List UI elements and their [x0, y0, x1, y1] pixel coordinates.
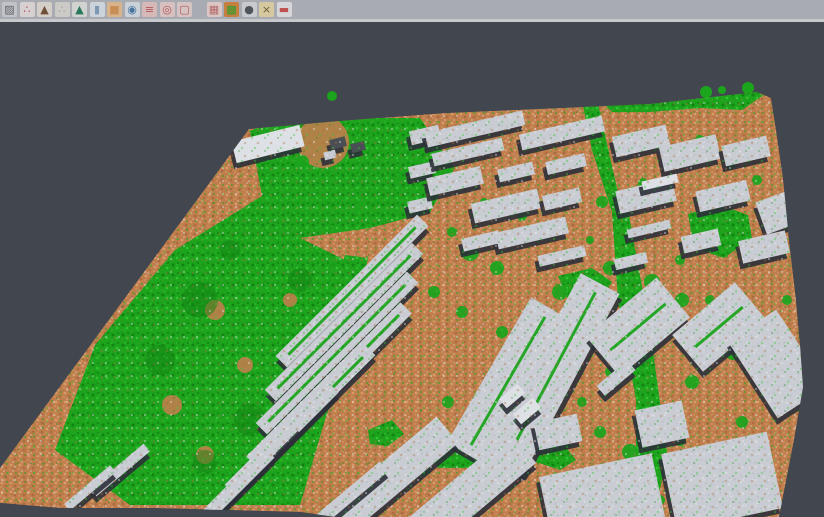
point-cloud-icon[interactable]: ∴: [20, 2, 35, 17]
toolbar: ▨∴▲∴▲▮■◉≡◎▢▦▩●×▬: [0, 0, 824, 22]
layers-red-icon[interactable]: ▬: [277, 2, 292, 17]
point-cloud-scene: [0, 22, 824, 517]
grid-select-icon[interactable]: ▦: [207, 2, 222, 17]
sphere-icon[interactable]: ●: [242, 2, 257, 17]
side-panel-icon[interactable]: ▮: [90, 2, 105, 17]
viewport-3d[interactable]: [0, 22, 824, 517]
application-window: ▨∴▲∴▲▮■◉≡◎▢▦▩●×▬: [0, 0, 824, 517]
terrain-green-icon[interactable]: ▲: [72, 2, 87, 17]
attribute-table-icon[interactable]: ≡: [142, 2, 157, 17]
orthophoto-icon[interactable]: ■: [107, 2, 122, 17]
terrain-brown-icon[interactable]: ▲: [37, 2, 52, 17]
sparse-points-icon[interactable]: ∴: [55, 2, 70, 17]
globe-icon[interactable]: ◉: [125, 2, 140, 17]
clear-selection-icon[interactable]: ×: [259, 2, 274, 17]
classification-icon[interactable]: ▩: [224, 2, 239, 17]
select-region-icon[interactable]: ▨: [2, 2, 17, 17]
target-icon[interactable]: ◎: [160, 2, 175, 17]
zoom-extent-icon[interactable]: ▢: [177, 2, 192, 17]
